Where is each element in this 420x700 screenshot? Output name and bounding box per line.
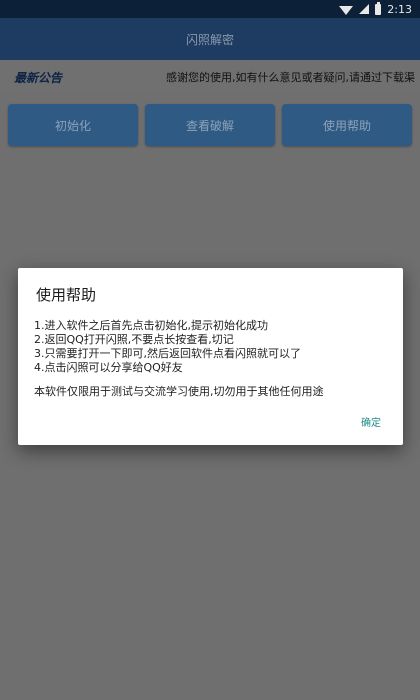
dialog-body: 1.进入软件之后首先点击初始化,提示初始化成功 2.返回QQ打开闪照,不要点长按… bbox=[34, 319, 387, 399]
status-time: 2:13 bbox=[387, 2, 412, 16]
notice-label: 最新公告 bbox=[14, 70, 63, 85]
notice-marquee: 感谢您的使用,如有什么意见或者疑问,请通过下载渠 bbox=[166, 71, 415, 84]
dialog-step: 4.点击闪照可以分享给QQ好友 bbox=[34, 361, 183, 374]
signal-icon bbox=[359, 4, 370, 14]
help-dialog: 使用帮助 1.进入软件之后首先点击初始化,提示初始化成功 2.返回QQ打开闪照,… bbox=[18, 268, 403, 445]
dialog-ok-button[interactable]: 确定 bbox=[361, 414, 381, 429]
init-button[interactable]: 初始化 bbox=[8, 104, 138, 146]
battery-icon bbox=[375, 1, 382, 15]
help-button[interactable]: 使用帮助 bbox=[282, 104, 412, 146]
dialog-step: 2.返回QQ打开闪照,不要点长按查看,切记 bbox=[34, 333, 234, 346]
notice-row: 最新公告 感谢您的使用,如有什么意见或者疑问,请通过下载渠 bbox=[0, 60, 420, 94]
dialog-title: 使用帮助 bbox=[36, 286, 97, 304]
status-bar: 2:13 bbox=[0, 0, 420, 18]
dialog-step: 1.进入软件之后首先点击初始化,提示初始化成功 bbox=[34, 319, 268, 332]
dialog-step: 3.只需要打开一下即可,然后返回软件点看闪照就可以了 bbox=[34, 347, 301, 360]
view-crack-button[interactable]: 查看破解 bbox=[145, 104, 275, 146]
dialog-disclaimer: 本软件仅限用于测试与交流学习使用,切勿用于其他任何用途 bbox=[34, 385, 324, 398]
app-title: 闪照解密 bbox=[185, 32, 234, 47]
wifi-icon bbox=[339, 5, 354, 15]
app-bar: 闪照解密 bbox=[0, 18, 420, 60]
action-buttons: 初始化 查看破解 使用帮助 bbox=[8, 104, 412, 146]
